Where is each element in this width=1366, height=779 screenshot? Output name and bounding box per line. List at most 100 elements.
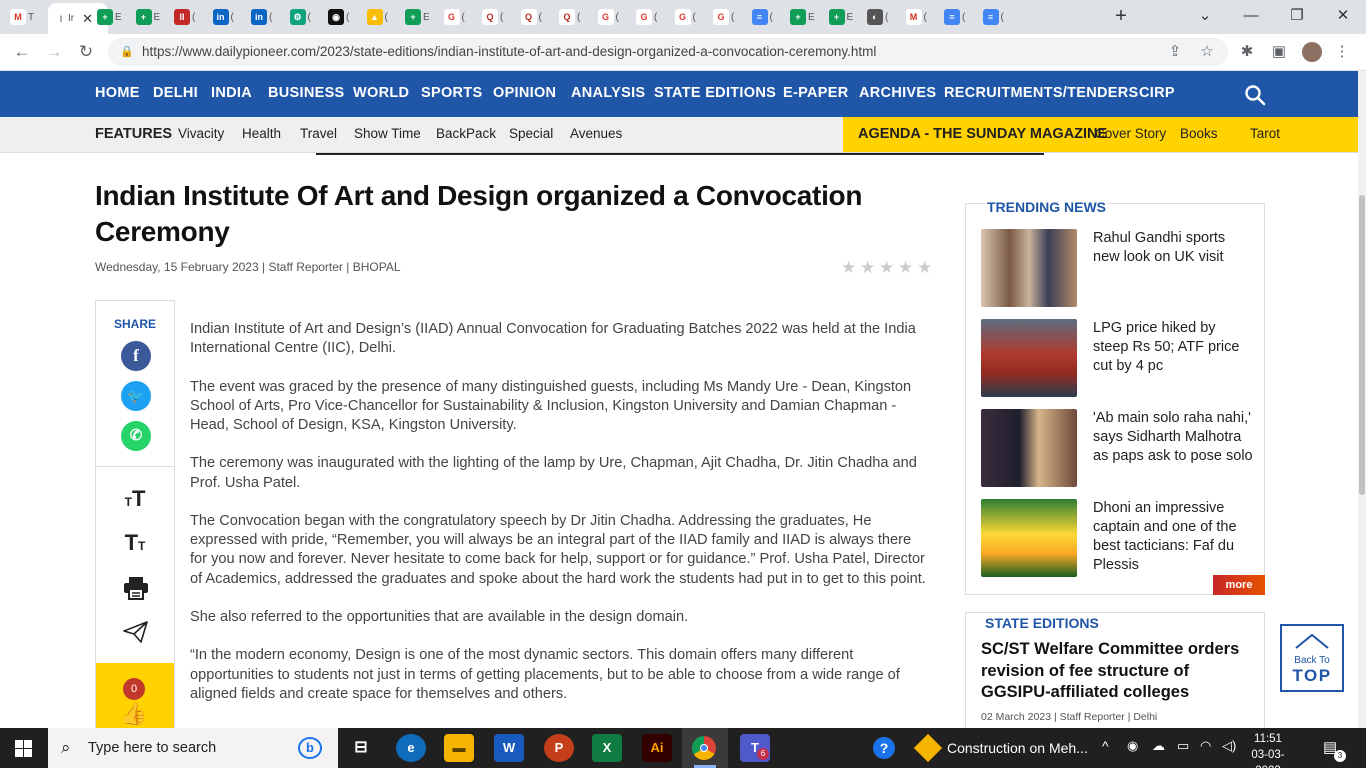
tab-background[interactable]: G(: [674, 5, 703, 29]
tab-background[interactable]: ▲(: [366, 5, 395, 29]
file-explorer-icon[interactable]: ▬: [444, 734, 474, 762]
news-widget-text[interactable]: Construction on Meh...: [947, 740, 1088, 756]
extensions-icon[interactable]: ✱: [1235, 40, 1259, 64]
rating-star-icon[interactable]: ★: [841, 258, 856, 278]
tab-search-icon[interactable]: ⌄: [1192, 4, 1218, 28]
nav-item-analysis[interactable]: ANALYSIS: [571, 85, 645, 101]
tab-background[interactable]: ⚙(: [289, 5, 318, 29]
rating-star-icon[interactable]: ★: [917, 258, 932, 278]
edge-icon[interactable]: e: [396, 734, 426, 762]
nav-item-sports[interactable]: SPORTS: [421, 85, 482, 101]
trending-thumbnail[interactable]: [981, 319, 1077, 397]
nav-item-opinion[interactable]: OPINION: [493, 85, 556, 101]
trending-headline[interactable]: LPG price hiked by steep Rs 50; ATF pric…: [1093, 319, 1253, 376]
nav-item-cirp[interactable]: CIRP: [1139, 85, 1175, 101]
sub-nav-item-show-time[interactable]: Show Time: [354, 126, 421, 141]
nav-item-state-editions[interactable]: STATE EDITIONS: [654, 85, 776, 101]
tab-background[interactable]: G(: [636, 5, 664, 29]
search-icon[interactable]: [1244, 84, 1266, 106]
sub-nav-item-backpack[interactable]: BackPack: [436, 126, 496, 141]
send-icon[interactable]: [123, 620, 149, 644]
nav-item-home[interactable]: HOME: [95, 85, 140, 101]
reload-icon[interactable]: ↻: [74, 40, 98, 64]
tab-background[interactable]: + E: [828, 5, 857, 29]
windows-start-icon[interactable]: [15, 740, 32, 757]
taskbar-search-box[interactable]: ⌕ Type here to search b: [48, 728, 338, 768]
decrease-font-icon[interactable]: TT: [96, 530, 174, 556]
tab-background[interactable]: + E: [97, 5, 125, 29]
sub-nav-item-avenues[interactable]: Avenues: [570, 126, 622, 141]
tab-background[interactable]: G(: [443, 5, 472, 29]
whatsapp-icon[interactable]: ✆: [121, 421, 151, 451]
tab-background[interactable]: + E: [135, 5, 164, 29]
tab-background[interactable]: Q(: [520, 5, 549, 29]
nav-item-world[interactable]: WORLD: [353, 85, 409, 101]
nav-item-delhi[interactable]: DELHI: [153, 85, 198, 101]
more-button[interactable]: more: [1213, 575, 1265, 595]
tab-background[interactable]: + E: [790, 5, 818, 29]
chevron-up-icon[interactable]: ^: [1102, 738, 1109, 754]
onedrive-icon[interactable]: ☁: [1152, 738, 1165, 754]
tab-background[interactable]: + E: [405, 5, 433, 29]
trending-headline[interactable]: 'Ab main solo raha nahi,' says Sidharth …: [1093, 409, 1253, 466]
share-icon[interactable]: ⇪: [1163, 40, 1187, 64]
tab-background[interactable]: II(: [174, 5, 202, 29]
tab-background[interactable]: in(: [212, 5, 241, 29]
print-icon[interactable]: [123, 576, 149, 600]
volume-icon[interactable]: ◁): [1222, 738, 1236, 754]
twitter-icon[interactable]: 🐦: [121, 381, 151, 411]
bookmark-star-icon[interactable]: ☆: [1195, 40, 1219, 64]
close-window-icon[interactable]: ✕: [1330, 4, 1356, 28]
side-panel-icon[interactable]: ▣: [1267, 40, 1291, 64]
restore-icon[interactable]: ❐: [1284, 4, 1310, 28]
rating-star-icon[interactable]: ★: [879, 258, 894, 278]
trending-headline[interactable]: Dhoni an impressive captain and one of t…: [1093, 499, 1253, 575]
tab-background[interactable]: ◉(: [328, 5, 356, 29]
trending-headline[interactable]: Rahul Gandhi sports new look on UK visit: [1093, 229, 1253, 267]
scrollbar-thumb[interactable]: [1359, 195, 1365, 495]
nav-item-recruitments-tenders[interactable]: RECRUITMENTS/TENDERS: [944, 85, 1139, 101]
help-icon[interactable]: ?: [873, 737, 895, 759]
forward-icon[interactable]: →: [42, 40, 66, 64]
wifi-icon[interactable]: ◠: [1200, 738, 1211, 754]
battery-icon[interactable]: ▭: [1177, 738, 1189, 754]
tab-background[interactable]: ≡(: [982, 5, 1011, 29]
trending-item[interactable]: 'Ab main solo raha nahi,' says Sidharth …: [981, 409, 1253, 487]
trending-thumbnail[interactable]: [981, 229, 1077, 307]
agenda-label[interactable]: AGENDA - THE SUNDAY MAGAZINE: [858, 126, 1107, 142]
tab-background[interactable]: ◐(: [867, 5, 895, 29]
back-icon[interactable]: ←: [10, 40, 34, 64]
trending-item[interactable]: Rahul Gandhi sports new look on UK visit: [981, 229, 1251, 307]
sub-nav-item-health[interactable]: Health: [242, 126, 281, 141]
thumbs-up-icon[interactable]: 👍: [120, 701, 147, 727]
rating-star-icon[interactable]: ★: [898, 258, 913, 278]
agenda-link-tarot[interactable]: Tarot: [1250, 126, 1280, 141]
tab-background[interactable]: G(: [597, 5, 626, 29]
tab-gmail[interactable]: M T: [10, 5, 38, 29]
excel-icon[interactable]: X: [592, 734, 622, 762]
close-tab-icon[interactable]: ✕: [82, 11, 93, 27]
profile-avatar[interactable]: [1302, 42, 1322, 62]
trending-thumbnail[interactable]: [981, 409, 1077, 487]
trending-item[interactable]: Dhoni an impressive captain and one of t…: [981, 499, 1251, 577]
bing-icon[interactable]: b: [298, 737, 322, 759]
tab-background[interactable]: ≡(: [944, 5, 972, 29]
like-box[interactable]: 0 👍: [96, 663, 174, 731]
trending-item[interactable]: LPG price hiked by steep Rs 50; ATF pric…: [981, 319, 1251, 397]
state-headline-link[interactable]: SC/ST Welfare Committee orders revision …: [981, 639, 1256, 704]
nav-item-business[interactable]: BUSINESS: [268, 85, 345, 101]
tab-background[interactable]: Q(: [482, 5, 510, 29]
nav-item-e-paper[interactable]: E-PAPER: [783, 85, 848, 101]
back-to-top-button[interactable]: Back To TOP: [1280, 624, 1344, 692]
minimize-icon[interactable]: —: [1238, 4, 1264, 28]
illustrator-icon[interactable]: Ai: [642, 734, 672, 762]
system-clock[interactable]: 11:51 03-03-2023: [1244, 731, 1292, 779]
sub-nav-item-special[interactable]: Special: [509, 126, 553, 141]
rating-star-icon[interactable]: ★: [860, 258, 875, 278]
powerpoint-icon[interactable]: P: [544, 734, 574, 762]
menu-icon[interactable]: ⋮: [1330, 40, 1354, 64]
task-view-icon[interactable]: ⊟: [346, 734, 376, 762]
chrome-taskbar-active[interactable]: [682, 728, 728, 768]
nav-item-india[interactable]: INDIA: [211, 85, 252, 101]
agenda-link-books[interactable]: Books: [1180, 126, 1218, 141]
